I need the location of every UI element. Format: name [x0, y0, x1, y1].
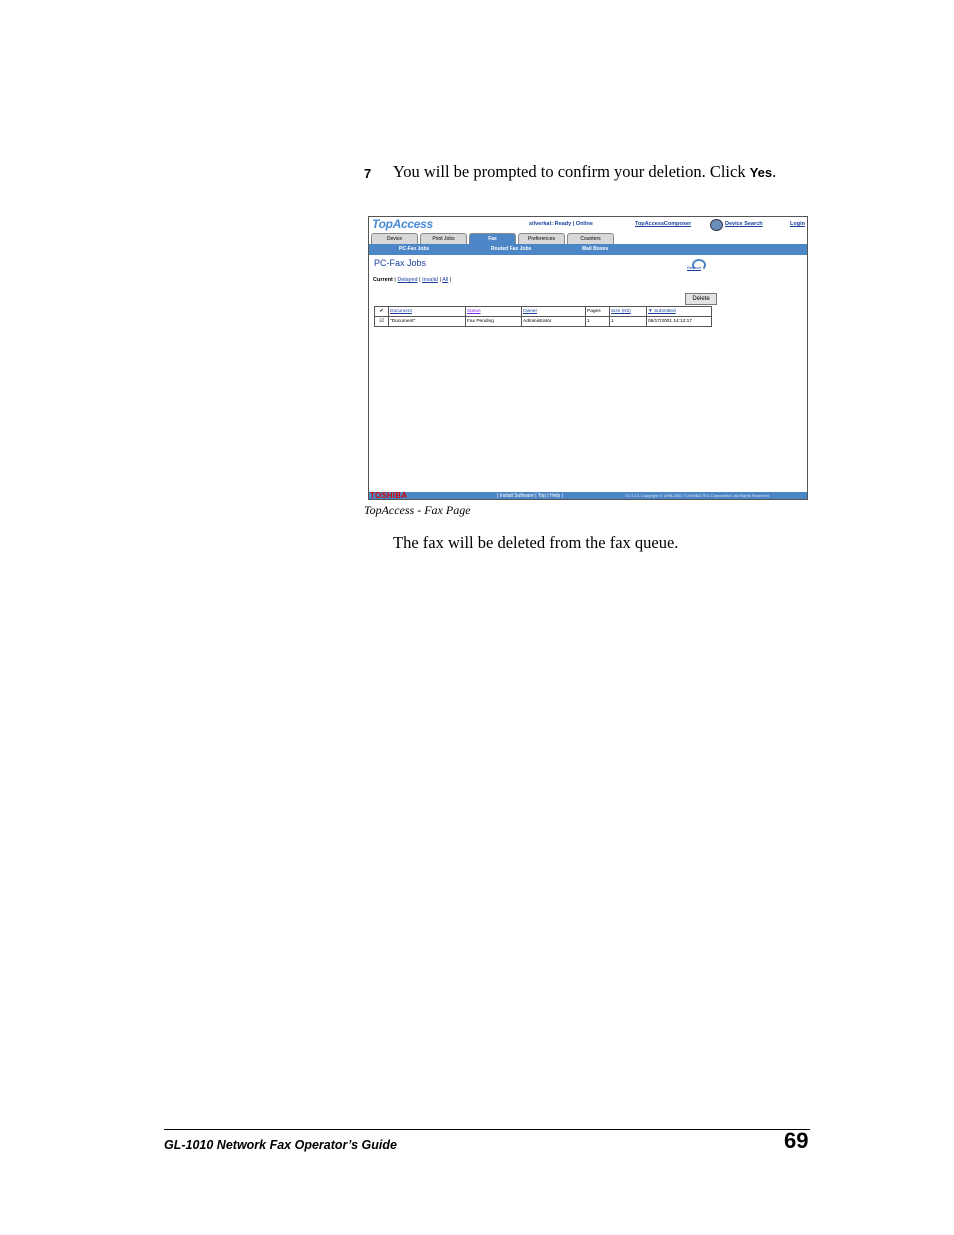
- tab-fax[interactable]: Fax: [469, 233, 516, 244]
- device-search-link[interactable]: Device Search: [725, 221, 763, 227]
- tab-counters[interactable]: Counters: [567, 233, 614, 244]
- footer-title: GL-1010 Network Fax Operator’s Guide: [164, 1138, 397, 1152]
- row-checkbox[interactable]: ☑: [374, 316, 389, 327]
- topaccess-screenshot: TopAccess silverkat: Ready | Online TopA…: [368, 216, 808, 500]
- job-filters: Current | Delayed | Invalid | All |: [373, 277, 452, 283]
- login-link[interactable]: Login: [790, 221, 805, 227]
- cell-pages: 1: [585, 316, 610, 327]
- composer-link[interactable]: TopAccessComposer: [635, 221, 691, 227]
- refresh-link[interactable]: Refresh: [687, 265, 701, 270]
- cell-document: "Document": [388, 316, 466, 327]
- cell-owner: Administrator: [521, 316, 586, 327]
- footer-rule: [164, 1129, 810, 1130]
- toshiba-logo: TOSHIBA: [370, 491, 408, 500]
- col-status[interactable]: Status: [465, 306, 522, 317]
- step-7: 7 You will be prompted to confirm your d…: [364, 162, 824, 186]
- page-title: PC-Fax Jobs: [374, 258, 427, 268]
- filter-current[interactable]: Current: [373, 277, 393, 283]
- step-number: 7: [364, 166, 372, 181]
- cell-submitted: 06/17/2001 14:12:17: [646, 316, 712, 327]
- page-number: 69: [784, 1128, 809, 1153]
- filter-delayed[interactable]: Delayed: [397, 277, 417, 283]
- subnav-mail-boxes[interactable]: Mail Boxes: [582, 246, 608, 252]
- topaccess-footer: TOSHIBA | Install Software | Top | Help …: [369, 491, 807, 500]
- col-pages: Pages: [585, 306, 610, 317]
- col-owner[interactable]: Owner: [521, 306, 586, 317]
- select-all-icon[interactable]: ✔: [374, 306, 389, 317]
- cell-size: 1: [609, 316, 647, 327]
- filter-all[interactable]: All: [442, 277, 448, 283]
- device-status: silverkat: Ready | Online: [529, 221, 593, 227]
- subnav-routed-fax-jobs[interactable]: Routed Fax Jobs: [491, 246, 531, 252]
- col-submitted[interactable]: ▼ Submitted: [646, 306, 712, 317]
- delete-button[interactable]: Delete: [685, 293, 717, 305]
- topaccess-header: TopAccess silverkat: Ready | Online TopA…: [369, 217, 807, 233]
- tab-device[interactable]: Device: [371, 233, 418, 244]
- col-size[interactable]: Size (Kb): [609, 306, 647, 317]
- step-text: You will be prompted to confirm your del…: [393, 162, 777, 181]
- subnav-pc-fax-jobs[interactable]: PC-Fax Jobs: [399, 246, 429, 252]
- table-row: ☑ "Document" Fax Pending Administrator 1…: [374, 316, 712, 327]
- yes-keyword: Yes: [749, 165, 773, 180]
- tab-preferences[interactable]: Preferences: [518, 233, 565, 244]
- filter-invalid[interactable]: Invalid: [422, 277, 438, 283]
- figure-caption: TopAccess - Fax Page: [364, 503, 471, 517]
- body-paragraph: The fax will be deleted from the fax que…: [393, 533, 679, 552]
- globe-icon: [710, 219, 723, 231]
- main-tabs: Device Print Jobs Fax Preferences Counte…: [371, 233, 807, 244]
- tab-print-jobs[interactable]: Print Jobs: [420, 233, 467, 244]
- table-header-row: ✔ Document Status Owner Pages Size (Kb) …: [374, 306, 712, 317]
- topaccess-logo: TopAccess: [372, 217, 433, 231]
- jobs-table: ✔ Document Status Owner Pages Size (Kb) …: [374, 306, 712, 327]
- fax-subnav: PC-Fax Jobs Routed Fax Jobs Mail Boxes: [369, 244, 807, 255]
- col-document[interactable]: Document: [388, 306, 466, 317]
- copyright: V1.3.2.1 Copyright © 1998-2001 TOSHIBA T…: [625, 493, 769, 498]
- footer-links[interactable]: | Install Software | Top | Help |: [497, 493, 563, 499]
- cell-status: Fax Pending: [465, 316, 522, 327]
